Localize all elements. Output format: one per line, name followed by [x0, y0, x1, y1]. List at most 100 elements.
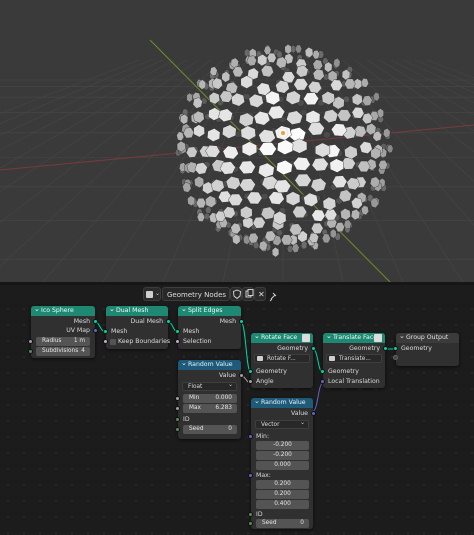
link-split-to-rotate — [240, 321, 252, 374]
node-editor[interactable]: ⌄ Geometry Nodes ✕ Ico Sphere Mesh UV Ma… — [0, 285, 474, 535]
input-geometry-socket[interactable] — [248, 369, 253, 374]
min-field[interactable]: Min 0.000 — [183, 394, 237, 403]
output-mesh-socket[interactable] — [239, 319, 244, 324]
seed-field[interactable]: Seed 0 — [256, 519, 309, 528]
group-output-node[interactable]: Group Output Geometry — [393, 331, 459, 366]
seed-field[interactable]: Seed 0 — [183, 425, 237, 434]
input-translation-label: Local Translation — [328, 378, 380, 385]
input-min-socket[interactable] — [248, 434, 253, 439]
data-type-dropdown[interactable]: Float ⌄ — [182, 382, 237, 391]
3d-viewport[interactable] — [0, 0, 474, 282]
split-edges-header[interactable]: Split Edges — [178, 304, 241, 316]
translate-face-header[interactable]: Translate Face — [323, 331, 385, 343]
chevron-down-icon: ⌄ — [300, 420, 305, 426]
output-geometry-socket[interactable] — [311, 346, 316, 351]
grid-line — [426, 59, 474, 79]
group-output-header[interactable]: Group Output — [396, 331, 459, 343]
output-value-socket[interactable] — [239, 373, 244, 378]
random-value-vector-node[interactable]: Random Value Value Vector ⌄ Min: -0.200 -… — [248, 396, 316, 529]
ico-sphere-header[interactable]: Ico Sphere — [31, 304, 95, 316]
output-geometry-socket[interactable] — [383, 346, 388, 351]
data-type-value: Vector — [261, 422, 280, 428]
dual-mesh-header[interactable]: Dual Mesh — [106, 304, 168, 316]
node-group-icon — [257, 356, 263, 361]
random-value-header[interactable]: Random Value — [178, 358, 241, 370]
max-field[interactable]: Max 6.283 — [183, 404, 237, 413]
input-translation-socket[interactable] — [320, 379, 325, 384]
input-geometry-label: Geometry — [401, 345, 432, 352]
max-z-field[interactable]: 0.400 — [256, 500, 309, 509]
hexagon-face — [193, 124, 205, 138]
output-mesh-label: Mesh — [219, 318, 236, 325]
dual-mesh-node[interactable]: Dual Mesh Dual Mesh Mesh Keep Boundaries — [103, 304, 171, 349]
node-group-selector[interactable]: Translate... — [326, 354, 382, 363]
hexagon-face — [284, 44, 292, 55]
grid-line — [330, 59, 474, 226]
grid-line — [306, 59, 404, 282]
hexagon-face — [351, 197, 363, 210]
input-geometry-socket[interactable] — [393, 346, 398, 351]
rotate-face-node[interactable]: Rotate Face Geometry Rotate F... Geometr… — [248, 331, 316, 388]
input-id-socket[interactable] — [248, 512, 253, 517]
input-mesh-socket[interactable] — [175, 329, 180, 334]
input-geometry-socket[interactable] — [320, 369, 325, 374]
data-type-dropdown[interactable]: Vector ⌄ — [255, 420, 309, 429]
output-dual-mesh-label: Dual Mesh — [130, 318, 163, 325]
max-label: Max: — [256, 472, 271, 479]
input-max-socket[interactable] — [175, 406, 180, 411]
max-y-field[interactable]: 0.200 — [256, 490, 309, 499]
random-value-float-node[interactable]: Random Value Value Float ⌄ Min 0.000 Max 6.… — [175, 358, 244, 439]
hexagon-face — [246, 55, 257, 67]
translate-face-node[interactable]: Translate Face Geometry Translate... Geo… — [320, 331, 388, 388]
empty-input-socket[interactable] — [393, 355, 398, 360]
input-keep-boundaries-socket[interactable] — [103, 339, 108, 344]
input-seed-socket[interactable] — [248, 521, 253, 526]
output-mesh-label: Mesh — [73, 318, 90, 325]
grid-line — [378, 59, 474, 116]
output-dual-mesh-socket[interactable] — [166, 319, 171, 324]
input-id-label: ID — [256, 511, 263, 518]
node-group-name: Translate... — [339, 356, 371, 362]
rotate-face-header[interactable]: Rotate Face — [251, 331, 313, 343]
hexagon-face — [196, 212, 206, 222]
input-selection-socket[interactable] — [175, 339, 180, 344]
input-seed-socket[interactable] — [175, 427, 180, 432]
hexagon-face — [373, 91, 380, 102]
input-min-socket[interactable] — [175, 396, 180, 401]
hexagon-face — [260, 64, 274, 78]
input-angle-socket[interactable] — [248, 379, 253, 384]
output-value-socket[interactable] — [311, 411, 316, 416]
hexagon-face — [207, 128, 221, 142]
grid-line — [0, 59, 164, 136]
input-max-socket[interactable] — [248, 473, 253, 478]
hexagon-face — [295, 44, 303, 54]
input-mesh-socket[interactable] — [103, 329, 108, 334]
input-id-socket[interactable] — [175, 417, 180, 422]
seed-label: Seed — [189, 426, 204, 432]
ico-sphere-node[interactable]: Ico Sphere Mesh UV Map Radius 1 m Subdivi… — [28, 304, 98, 358]
input-radius-socket[interactable] — [28, 339, 33, 344]
viewport-canvas[interactable] — [0, 0, 474, 282]
output-uvmap-socket[interactable] — [93, 328, 98, 333]
min-value: 0.000 — [215, 395, 232, 401]
node-title: Split Edges — [188, 307, 223, 314]
input-subdivisions-socket[interactable] — [28, 349, 33, 354]
hexagon-face — [337, 109, 352, 122]
min-y-field[interactable]: -0.200 — [256, 451, 309, 460]
node-group-selector[interactable]: Rotate F... — [254, 354, 310, 363]
hexagon-face — [260, 206, 276, 220]
random-value-header[interactable]: Random Value — [251, 396, 313, 408]
subdivisions-field[interactable]: Subdivisions 4 — [36, 347, 90, 356]
min-x-field[interactable]: -0.200 — [256, 441, 309, 450]
max-x-field[interactable]: 0.200 — [256, 480, 309, 489]
hexagon-face — [295, 64, 309, 78]
hexagon-face — [203, 212, 211, 221]
node-title: Random Value — [261, 399, 306, 406]
output-mesh-socket[interactable] — [93, 319, 98, 324]
subdivisions-value: 4 — [81, 348, 85, 354]
min-z-field[interactable]: 0.000 — [256, 461, 309, 470]
keep-boundaries-checkbox[interactable] — [110, 339, 116, 345]
grid-line — [0, 59, 212, 224]
radius-field[interactable]: Radius 1 m — [36, 337, 90, 346]
split-edges-node[interactable]: Split Edges Mesh Mesh Selection — [175, 304, 244, 349]
